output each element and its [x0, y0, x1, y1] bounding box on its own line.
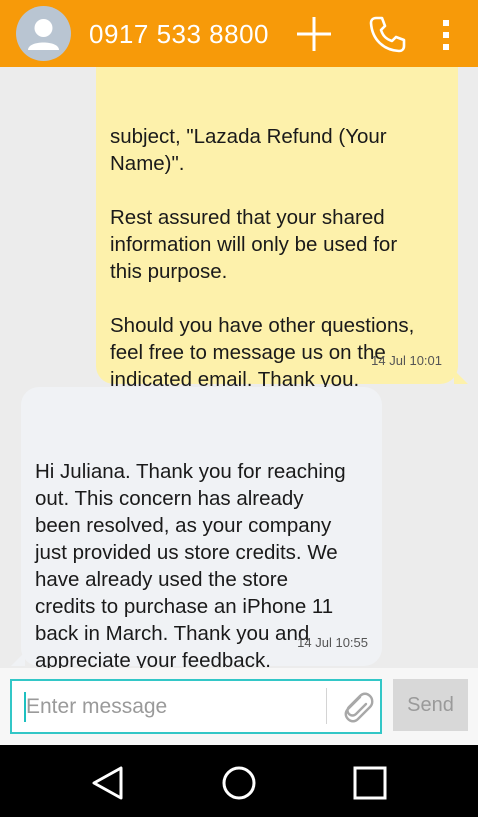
contact-number-title: 0917 533 8800 — [89, 19, 270, 49]
message-timestamp: 14 Jul 10:55 — [297, 635, 368, 650]
contact-avatar-icon[interactable] — [16, 6, 71, 61]
plus-icon[interactable] — [294, 14, 334, 54]
triangle-back-icon[interactable] — [88, 763, 128, 803]
input-divider — [326, 688, 327, 724]
message-input[interactable] — [26, 681, 322, 732]
more-vert-icon[interactable] — [428, 14, 464, 54]
message-composer: Send — [0, 668, 478, 745]
phone-icon[interactable] — [367, 14, 407, 54]
paperclip-icon[interactable] — [336, 689, 376, 725]
outgoing-message-bubble[interactable]: subject, "Lazada Refund (Your Name)". Re… — [96, 67, 468, 391]
bubble-tail — [454, 370, 468, 384]
square-recents-icon[interactable] — [350, 763, 390, 803]
message-input-box — [10, 679, 382, 734]
bubble-tail — [11, 652, 25, 666]
incoming-message-bubble[interactable]: Hi Juliana. Thank you for reaching out. … — [11, 387, 382, 668]
message-timestamp: 14 Jul 10:01 — [371, 353, 442, 368]
circle-home-icon[interactable] — [219, 763, 259, 803]
system-nav-bar — [0, 745, 478, 817]
app-header: 0917 533 8800 — [0, 0, 478, 67]
message-thread: subject, "Lazada Refund (Your Name)". Re… — [0, 67, 478, 668]
send-button[interactable]: Send — [393, 679, 468, 731]
